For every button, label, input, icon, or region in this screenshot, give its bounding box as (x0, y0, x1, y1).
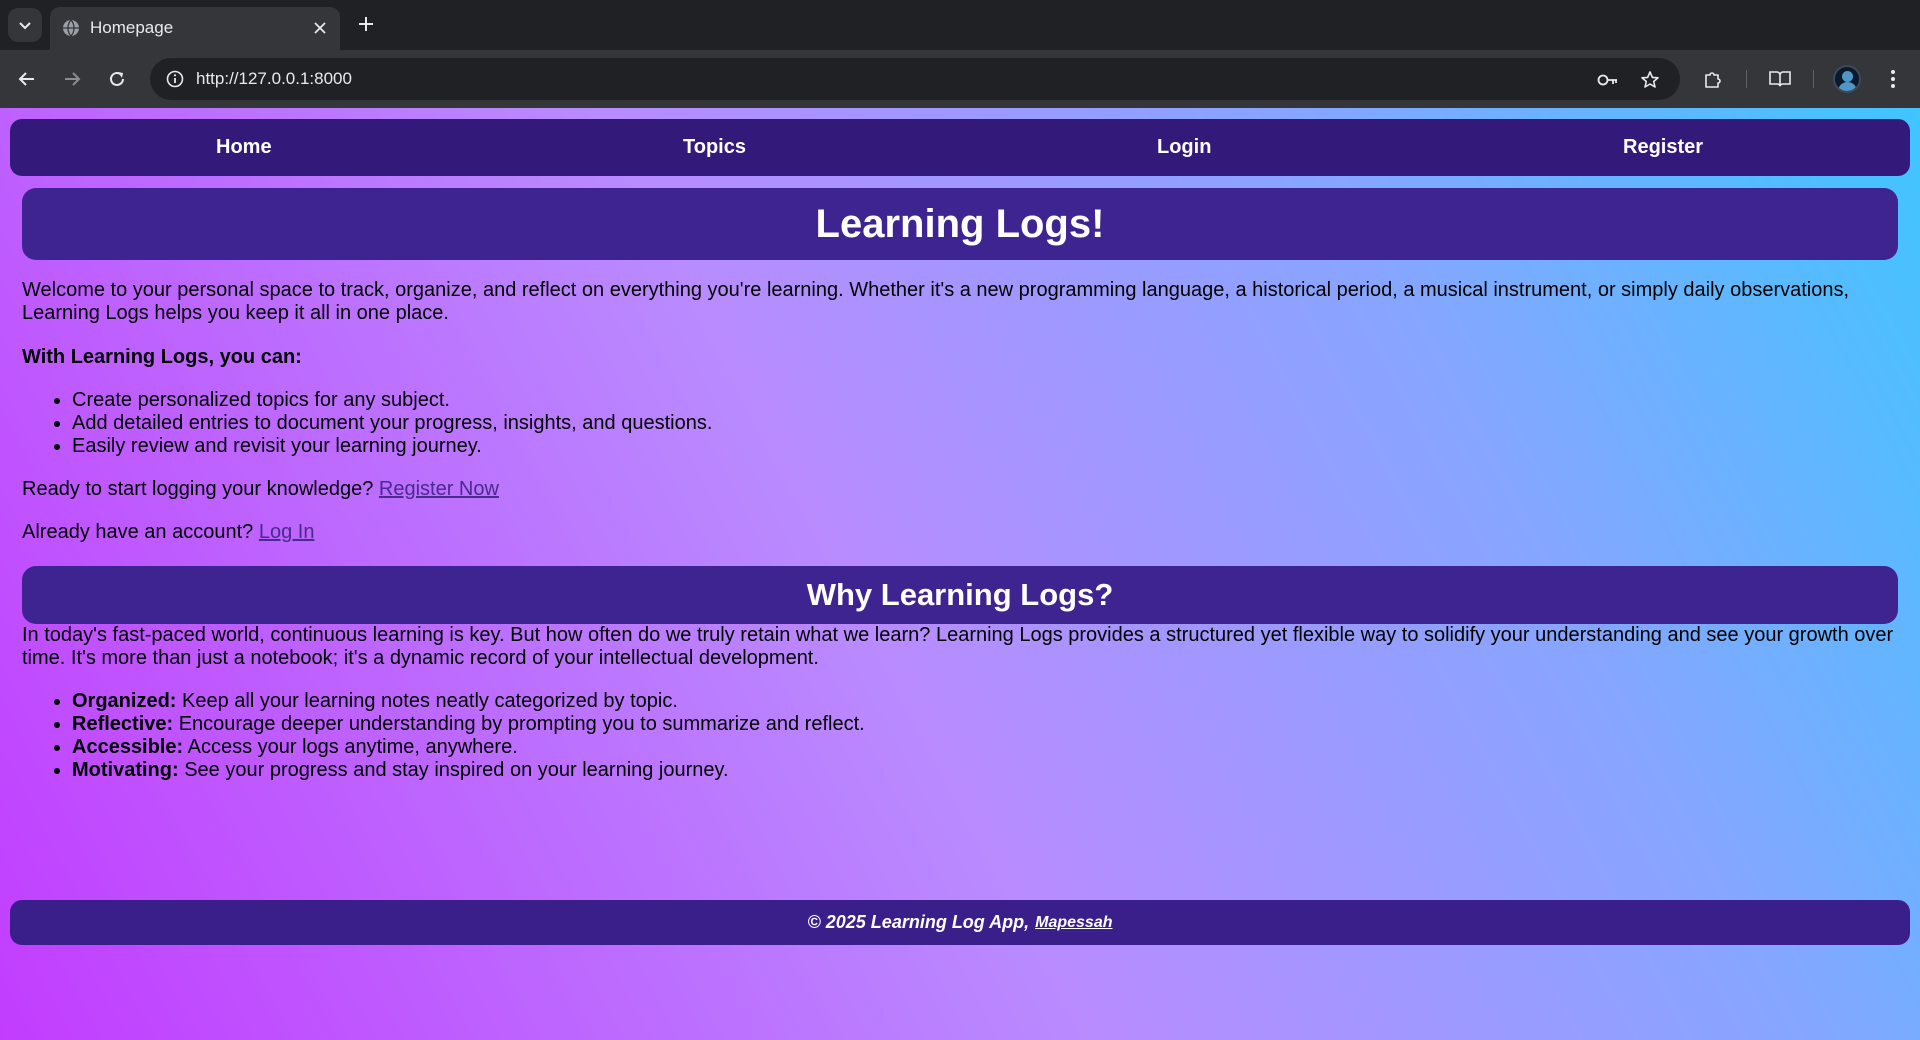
forward-button[interactable] (56, 63, 88, 95)
toolbar-divider (1813, 70, 1814, 88)
footer-author-link[interactable]: Mapessah (1035, 914, 1112, 932)
intro-section: Welcome to your personal space to track,… (22, 279, 1902, 544)
benefit-label: Reflective: (72, 713, 174, 735)
footer-text: © 2025 Learning Log App, (807, 912, 1030, 932)
list-item: Motivating: See your progress and stay i… (72, 759, 1902, 782)
register-now-link[interactable]: Register Now (379, 478, 499, 500)
benefit-text: See your progress and stay inspired on y… (184, 759, 729, 781)
benefit-label: Motivating: (72, 759, 179, 781)
reading-mode-button[interactable] (1764, 63, 1796, 95)
tab-strip: Homepage (0, 0, 1920, 50)
benefit-label: Accessible: (72, 736, 184, 758)
benefit-text: Keep all your learning notes neatly cate… (182, 690, 678, 712)
avatar-body (1838, 82, 1857, 91)
log-in-link[interactable]: Log In (259, 521, 315, 543)
new-tab-button[interactable] (352, 10, 380, 38)
nav-topics-link[interactable]: Topics (683, 136, 746, 159)
avatar-head (1842, 71, 1853, 82)
site-info-button[interactable] (160, 64, 190, 94)
nav-register-link[interactable]: Register (1623, 136, 1703, 159)
register-prompt-text: Ready to start logging your knowledge? (22, 478, 374, 500)
kebab-menu-icon (1891, 70, 1895, 88)
list-item: Easily review and revisit your learning … (72, 435, 1902, 458)
extensions-button[interactable] (1697, 63, 1729, 95)
forward-icon (65, 72, 81, 86)
list-item: Add detailed entries to document your pr… (72, 412, 1902, 435)
benefit-text: Access your logs anytime, anywhere. (187, 736, 518, 758)
nav-home-link[interactable]: Home (216, 136, 272, 159)
tab-list-button[interactable] (8, 8, 42, 42)
url-text: http://127.0.0.1:8000 (196, 69, 352, 88)
tab-close-button[interactable] (308, 16, 332, 40)
list-item: Create personalized topics for any subje… (72, 389, 1902, 412)
section-title: Why Learning Logs? (806, 577, 1114, 612)
login-prompt-text: Already have an account? (22, 521, 254, 543)
features-list: Create personalized topics for any subje… (22, 389, 1902, 458)
reading-mode-icon (1769, 71, 1791, 87)
info-icon (166, 70, 184, 88)
intro-paragraph: Welcome to your personal space to track,… (22, 279, 1850, 324)
browser-toolbar: http://127.0.0.1:8000 (0, 50, 1920, 108)
back-button[interactable] (11, 63, 43, 95)
list-item: Reflective: Encourage deeper understandi… (72, 713, 1902, 736)
star-icon (1641, 71, 1659, 88)
bookmark-star-button[interactable] (1636, 66, 1664, 94)
toolbar-divider (1746, 70, 1747, 88)
extensions-icon (1705, 72, 1721, 88)
tab-title: Homepage (90, 18, 174, 37)
features-heading: With Learning Logs, you can: (22, 346, 302, 368)
globe-icon (63, 19, 79, 37)
benefit-label: Organized: (72, 690, 177, 712)
benefits-list: Organized: Keep all your learning notes … (22, 690, 1902, 782)
page-viewport: Home Topics Login Register Learning Logs… (0, 108, 1920, 1040)
nav-login-link[interactable]: Login (1157, 136, 1211, 159)
tab-list-icon (19, 22, 31, 30)
list-item: Organized: Keep all your learning notes … (72, 690, 1902, 713)
reload-icon (110, 71, 124, 86)
back-icon (18, 72, 34, 86)
close-icon (314, 22, 326, 34)
plus-icon (359, 17, 373, 31)
site-navbar: Home Topics Login Register (10, 119, 1910, 176)
profile-avatar[interactable] (1833, 65, 1861, 93)
benefit-text: Encourage deeper understanding by prompt… (178, 713, 865, 735)
site-footer: © 2025 Learning Log App, Mapessah (10, 900, 1910, 945)
why-paragraph: In today's fast-paced world, continuous … (22, 624, 1894, 669)
browser-menu-button[interactable] (1877, 63, 1909, 95)
address-bar[interactable]: http://127.0.0.1:8000 (150, 58, 1680, 100)
hero-banner: Learning Logs! (22, 188, 1898, 260)
list-item: Accessible: Access your logs anytime, an… (72, 736, 1902, 759)
login-prompt: Already have an account? Log In (22, 521, 1902, 544)
page-title: Learning Logs! (815, 201, 1105, 246)
password-key-button[interactable] (1594, 66, 1622, 94)
why-banner: Why Learning Logs? (22, 566, 1898, 624)
key-icon (1597, 74, 1617, 86)
why-section: In today's fast-paced world, continuous … (22, 624, 1902, 782)
reload-button[interactable] (101, 63, 133, 95)
register-prompt: Ready to start logging your knowledge? R… (22, 478, 1902, 501)
browser-tab[interactable]: Homepage (50, 7, 340, 50)
